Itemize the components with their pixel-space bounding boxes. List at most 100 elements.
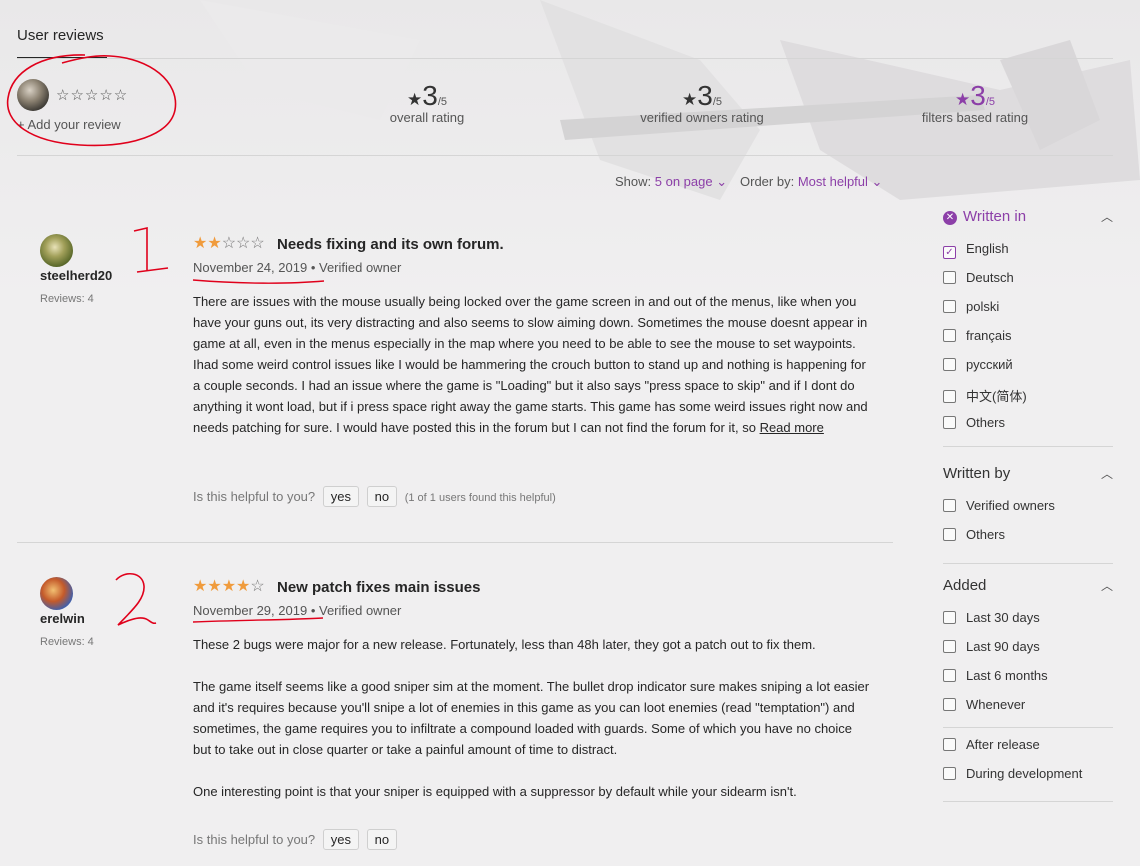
review-meta: November 24, 2019 • Verified owner [193,260,401,275]
order-by-dropdown[interactable]: Order by: Most helpful ⌄ [740,174,882,190]
owner-badge: Verified owner [318,603,402,618]
star-empty-icon: ☆☆☆ [221,235,265,252]
review-text: There are issues with the mouse usually … [193,294,868,435]
filter-option-last-6-months[interactable]: Last 6 months [943,668,1048,683]
my-rating-stars[interactable]: ☆☆☆☆☆ [56,86,128,104]
clear-filter-icon[interactable]: ✕ [943,211,957,225]
review-paragraph: The game itself seems like a good sniper… [193,679,870,757]
option-label: français [966,328,1012,343]
filter-option-after-release[interactable]: After release [943,737,1040,752]
filter-header-written-in[interactable]: ✕ Written in ︿ [943,208,1113,225]
chevron-up-icon: ︿ [1100,579,1113,593]
helpful-row: Is this helpful to you? yes no (1 of 1 u… [193,486,556,507]
show-value: 5 on page [654,174,713,189]
filter-option-others[interactable]: Others [943,527,1005,542]
filter-option-last-90-days[interactable]: Last 90 days [943,639,1040,654]
checkbox[interactable] [943,390,956,403]
filter-title: Written in [963,208,1027,225]
show-label: Show: [615,174,652,189]
option-label: Others [966,527,1006,542]
helpful-no-button[interactable]: no [366,829,398,850]
checkbox-checked[interactable]: ✓ [943,246,956,259]
chevron-down-icon: ⌄ [871,174,883,189]
reviews-count: Reviews: 4 [40,636,94,648]
overall-rating: ★3/5 overall rating [377,80,477,125]
option-label: Whenever [966,697,1026,712]
option-label: English [966,241,1009,256]
checkbox[interactable] [943,329,956,342]
read-more-link[interactable]: Read more [760,420,824,435]
filter-option-english[interactable]: ✓ English [943,241,1009,259]
checkbox[interactable] [943,358,956,371]
rating-denominator: /5 [712,96,722,108]
filter-option-during-development[interactable]: During development [943,766,1082,781]
chevron-up-icon: ︿ [1100,210,1113,224]
review-date: November 24, 2019 [193,260,308,275]
review-meta: November 29, 2019 • Verified owner [193,603,401,618]
review-username[interactable]: steelherd20 [40,268,112,283]
filter-option-francais[interactable]: français [943,328,1012,343]
option-label: Last 6 months [966,668,1048,683]
filter-header-added[interactable]: Added ︿ [943,577,1113,594]
option-label: Others [966,415,1006,430]
order-label: Order by: [740,174,795,189]
filter-option-whenever[interactable]: Whenever [943,697,1025,712]
helpful-question: Is this helpful to you? [193,489,316,504]
option-label: Last 90 days [966,639,1040,654]
helpful-yes-button[interactable]: yes [322,829,359,850]
owner-badge: Verified owner [318,260,402,275]
review-title: Needs fixing and its own forum. [277,236,504,253]
filter-option-polski[interactable]: polski [943,299,999,314]
checkbox[interactable] [943,416,956,429]
rating-denominator: /5 [985,96,995,108]
option-label: During development [966,766,1083,781]
verified-owners-rating: ★3/5 verified owners rating [622,80,782,125]
filter-option-verified-owners[interactable]: Verified owners [943,498,1055,513]
divider [17,155,1113,156]
checkbox[interactable] [943,300,956,313]
star-filled-icon: ★★★★ [193,578,251,595]
checkbox[interactable] [943,499,956,512]
bullet: • [310,603,319,618]
review-date: November 29, 2019 [193,603,308,618]
review-stars: ★★★★☆ [193,576,265,596]
option-label: 中文(简体) [966,389,1027,404]
avatar[interactable] [40,577,73,610]
checkbox[interactable] [943,669,956,682]
checkbox[interactable] [943,528,956,541]
checkbox[interactable] [943,271,956,284]
divider [943,727,1113,728]
filter-option-last-30-days[interactable]: Last 30 days [943,610,1040,625]
helpful-no-button[interactable]: no [366,486,398,507]
filter-title: Written by [943,465,1011,482]
bullet: • [310,260,319,275]
section-title: User reviews [17,27,104,44]
star-icon: ★ [954,90,971,109]
filter-option-chinese[interactable]: 中文(简体) [943,386,1027,405]
avatar [17,79,49,111]
helpful-yes-button[interactable]: yes [322,486,359,507]
divider [17,58,1113,59]
filter-header-written-by[interactable]: Written by ︿ [943,465,1113,482]
order-value: Most helpful [797,174,868,189]
review-username[interactable]: erelwin [40,611,85,626]
checkbox[interactable] [943,611,956,624]
checkbox[interactable] [943,738,956,751]
option-label: русский [966,357,1013,372]
checkbox[interactable] [943,767,956,780]
filter-option-russian[interactable]: русский [943,357,1013,372]
option-label: Deutsch [966,270,1014,285]
divider [943,446,1113,447]
star-icon: ★ [406,90,423,109]
helpful-row: Is this helpful to you? yes no [193,829,398,850]
avatar[interactable] [40,234,73,267]
show-per-page-dropdown[interactable]: Show: 5 on page ⌄ [615,174,727,190]
rating-value: 3 [422,80,438,111]
filter-option-deutsch[interactable]: Deutsch [943,270,1014,285]
filter-option-others[interactable]: Others [943,415,1005,430]
checkbox[interactable] [943,640,956,653]
add-review-link[interactable]: + Add your review [17,117,121,132]
rating-caption: overall rating [389,110,465,125]
checkbox[interactable] [943,698,956,711]
rating-denominator: /5 [437,96,447,108]
